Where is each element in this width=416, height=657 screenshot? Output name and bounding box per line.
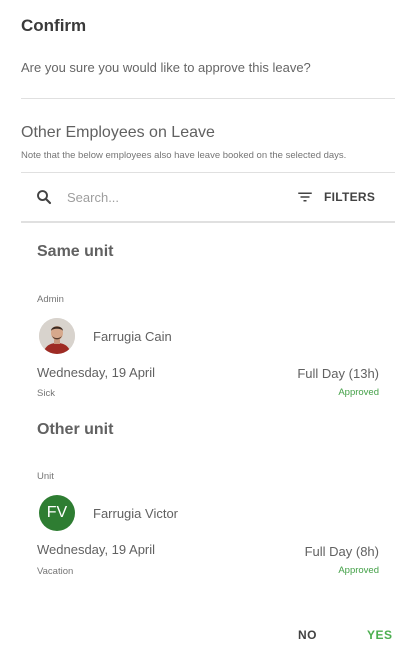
avatar-photo-icon [39,318,75,354]
avatar-initials: FV [46,504,68,521]
leave-date: Wednesday, 19 April [37,365,156,380]
section-title: Other Employees on Leave [21,124,215,141]
leave-type: Sick [37,388,55,399]
search-input[interactable] [67,187,267,207]
dialog-title: Confirm [21,16,87,35]
employee-role: Unit [37,471,54,482]
section-note: Note that the below employees also have … [21,150,347,161]
avatar [39,318,75,354]
status-badge: Approved [338,565,379,576]
yes-button[interactable]: YES [367,628,393,642]
no-button[interactable]: NO [298,628,317,642]
employee-name: Farrugia Victor [93,506,179,521]
filters-button[interactable]: FILTERS [296,184,375,210]
filters-label: FILTERS [324,190,376,204]
leave-duration: Full Day (8h) [304,544,379,559]
confirm-question: Are you sure you would like to approve t… [21,60,311,75]
leave-type: Vacation [37,566,74,577]
divider [21,98,395,99]
divider [21,172,395,173]
search-underline [21,221,395,223]
employee-name: Farrugia Cain [93,329,172,344]
group-title-same-unit: Same unit [37,243,114,260]
filter-icon [298,192,312,202]
leave-duration: Full Day (13h) [297,366,379,381]
employee-role: Admin [37,294,64,305]
leave-date: Wednesday, 19 April [37,542,156,557]
status-badge: Approved [338,387,379,398]
group-title-other-unit: Other unit [37,421,114,438]
avatar: FV [39,495,75,531]
search-icon [37,190,52,205]
